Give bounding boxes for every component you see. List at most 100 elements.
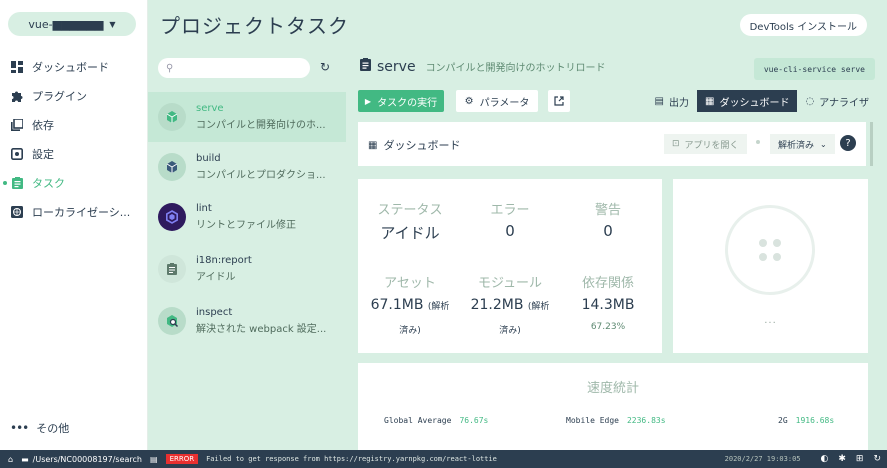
run-task-label: タスクの実行: [377, 97, 438, 109]
eslint-icon: [158, 203, 186, 231]
parameters-label: パラメータ: [479, 97, 530, 109]
stat-amount: 21.2MB: [470, 297, 524, 313]
scrollbar[interactable]: [870, 122, 873, 166]
tab-analyzer[interactable]: ◌ アナライザ: [797, 90, 877, 112]
task-command: vue-cli-service serve: [753, 58, 875, 80]
task-name: inspect: [196, 307, 233, 318]
task-list-panel: ⚲ ↻ serve コンパイルと開発向けのホ... build コンパイルとプロ…: [148, 46, 346, 450]
translate-icon[interactable]: ⊞: [856, 454, 864, 464]
task-detail-panel: serve コンパイルと開発向けのホットリロード vue-cli-service…: [346, 46, 887, 450]
open-external-icon[interactable]: [548, 90, 570, 112]
page-header: プロジェクトタスク DevTools インストール: [148, 0, 887, 46]
stat-status: ステータス アイドル: [360, 199, 460, 243]
task-name: i18n:report: [196, 255, 252, 266]
library-icon: [10, 118, 24, 132]
stat-value: 67.1MB (解析 済み): [360, 294, 460, 342]
speed-value: 1916.68s: [795, 416, 835, 425]
nav-item-dependencies[interactable]: 依存: [0, 110, 148, 139]
chevron-down-icon: ▼: [109, 19, 116, 29]
inspect-icon: [158, 307, 186, 335]
nav-list: ダッシュボード プラグイン 依存 設定 タスク ローカライゼーシ...: [0, 52, 148, 226]
dashboard-icon: [10, 60, 24, 74]
nav-item-label: ローカライゼーシ...: [32, 205, 131, 219]
dashboard-label: ダッシュボード: [383, 139, 461, 152]
open-app-button[interactable]: ⊡ アプリを開く: [664, 134, 747, 154]
dashboard-icon: ▦: [368, 139, 378, 151]
stat-errors: エラー 0: [460, 199, 560, 240]
open-app-label: アプリを開く: [684, 140, 739, 151]
output-icon: ▤: [654, 95, 664, 107]
stat-dependencies: 依存関係 14.3MB 67.23%: [558, 272, 658, 332]
tab-label: アナライザ: [819, 97, 869, 109]
stat-note: 済み): [499, 326, 521, 336]
task-name: lint: [196, 203, 212, 214]
parameters-button[interactable]: ⚙ パラメータ: [456, 90, 538, 112]
log-message[interactable]: Failed to get response from https://regi…: [206, 455, 497, 463]
dark-mode-icon[interactable]: ◐: [821, 454, 829, 464]
task-item-serve[interactable]: serve コンパイルと開発向けのホ...: [148, 92, 346, 142]
mode-select[interactable]: 解析済み ⌄: [770, 134, 835, 154]
nav-item-plugins[interactable]: プラグイン: [0, 81, 148, 110]
nav-item-label: ダッシュボード: [32, 60, 109, 74]
status-bar: ⌂ ▬ /Users/NC00008197/search ▤ ERROR Fai…: [0, 450, 887, 468]
nav-item-dashboard[interactable]: ダッシュボード: [0, 52, 148, 81]
nav-item-label: プラグイン: [32, 89, 87, 103]
refresh-icon[interactable]: ↻: [873, 454, 881, 464]
more-icon: •••: [10, 421, 29, 435]
stat-label: 警告: [594, 203, 621, 218]
stat-value: 14.3MB: [581, 297, 635, 313]
task-item-inspect[interactable]: inspect 解決された webpack 設定...: [148, 296, 346, 346]
stat-label: モジュール: [477, 276, 543, 291]
speed-label: Global Average: [384, 416, 452, 425]
assignment-icon: [158, 255, 186, 283]
speed-stats-card: 速度統計 Global Average 76.67s Mobile Edge 223…: [358, 363, 868, 450]
devtools-install-button[interactable]: DevTools インストール: [739, 14, 867, 36]
task-item-build[interactable]: build コンパイルとプロダクショ...: [148, 142, 346, 192]
page-title: プロジェクトタスク: [160, 14, 349, 38]
tab-dashboard[interactable]: ▦ ダッシュボード: [697, 90, 798, 112]
nav-item-tasks[interactable]: タスク: [0, 168, 148, 197]
console-icon[interactable]: ▤: [150, 455, 158, 464]
stat-value: アイドル: [380, 224, 440, 242]
puzzle-icon: [10, 89, 24, 103]
task-name: serve: [196, 103, 224, 114]
dashboard-heading: ▦ ダッシュボード: [368, 137, 460, 153]
refresh-icon[interactable]: ↻: [320, 60, 330, 74]
cube-icon: [158, 103, 186, 131]
open-in-browser-icon: ⊡: [672, 139, 680, 149]
task-title: serve: [377, 58, 416, 75]
speed-stat: Global Average 76.67s: [384, 416, 488, 425]
stat-label: ステータス: [377, 203, 443, 218]
stat-label: エラー: [490, 203, 530, 218]
error-badge: ERROR: [165, 454, 199, 464]
nav-more-label: その他: [36, 422, 70, 435]
stats-card: ステータス アイドル エラー 0 警告 0 アセット 67.1MB (解析 済み…: [358, 179, 662, 353]
task-desc: 解決された webpack 設定...: [196, 324, 327, 335]
chevron-down-icon: ⌄: [820, 139, 827, 149]
nav-item-settings[interactable]: 設定: [0, 139, 148, 168]
folder-path[interactable]: ▬ /Users/NC00008197/search: [21, 455, 142, 464]
speed-label: Mobile Edge: [566, 416, 619, 425]
bug-icon[interactable]: ✱: [838, 454, 846, 464]
task-item-i18n-report[interactable]: i18n:report アイドル: [148, 244, 346, 294]
settings-icon: [10, 147, 24, 161]
run-task-button[interactable]: ▶ タスクの実行: [358, 90, 444, 112]
play-icon: ▶: [364, 96, 372, 106]
speed-stat: Mobile Edge 2236.83s: [566, 416, 666, 425]
search-icon: ⚲: [166, 62, 174, 74]
home-icon[interactable]: ⌂: [8, 455, 13, 464]
task-item-lint[interactable]: lint リントとファイル修正: [148, 192, 346, 242]
stat-modules: モジュール 21.2MB (解析 済み): [460, 272, 560, 342]
nav-item-localization[interactable]: ローカライゼーシ...: [0, 197, 148, 226]
help-button[interactable]: ?: [840, 135, 856, 151]
task-search-input[interactable]: ⚲: [158, 58, 310, 78]
task-desc: アイドル: [196, 272, 236, 283]
nav-item-label: 設定: [32, 147, 54, 161]
stat-warnings: 警告 0: [558, 199, 658, 240]
nav-more[interactable]: ••• その他: [10, 420, 69, 436]
tab-output[interactable]: ▤ 出力: [646, 90, 697, 112]
folder-path-text: /Users/NC00008197/search: [32, 454, 142, 464]
project-selector[interactable]: vue-▆▆▆▆▆▆ ▼: [8, 12, 136, 36]
speed-label: 2G: [778, 416, 788, 425]
task-description: コンパイルと開発向けのホットリロード: [425, 63, 606, 74]
